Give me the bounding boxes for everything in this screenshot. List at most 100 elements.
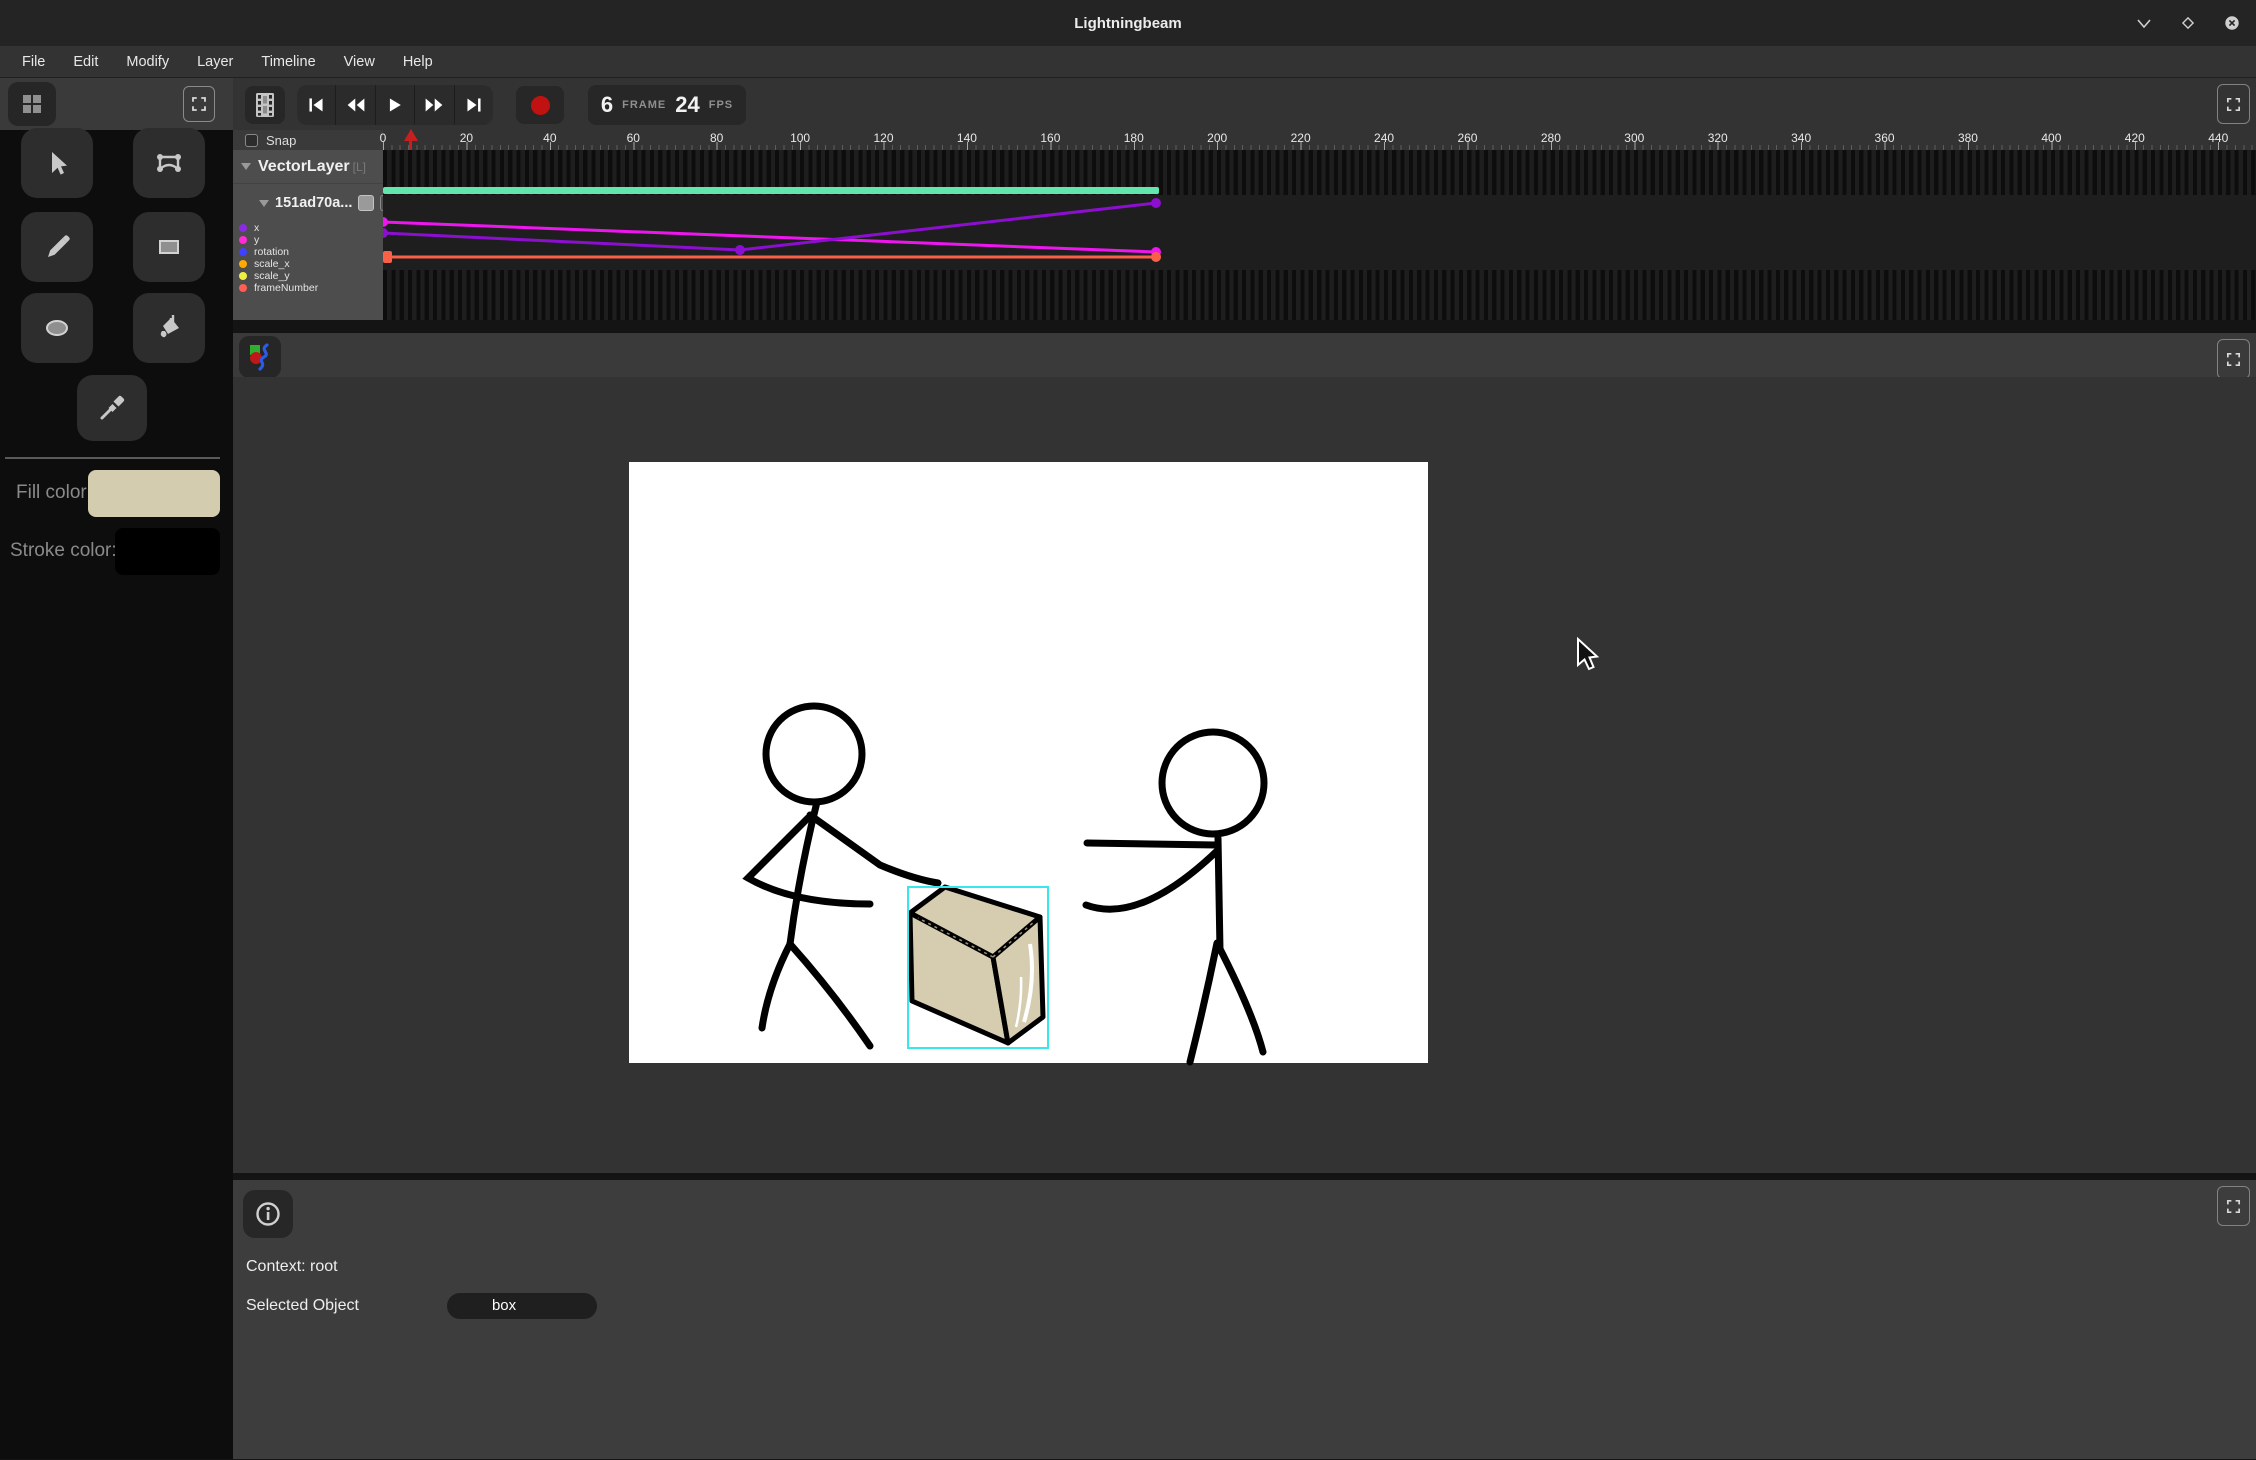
property-name: scale_y	[254, 270, 290, 282]
eyedropper-tool-button[interactable]	[77, 375, 147, 441]
menu-layer[interactable]: Layer	[187, 51, 243, 73]
play-icon	[387, 97, 403, 113]
timeline-expand-button[interactable]	[2217, 84, 2250, 124]
menu-modify[interactable]: Modify	[116, 51, 179, 73]
keyframe-marker[interactable]	[1151, 198, 1161, 208]
sublayer-name: 151ad70a...	[275, 195, 352, 211]
selected-object-label: Selected Object	[246, 1297, 359, 1315]
grid-icon	[21, 93, 43, 115]
fps-unit-label: FPS	[709, 99, 733, 111]
window-controls	[2134, 0, 2242, 46]
menu-edit[interactable]: Edit	[63, 51, 108, 73]
sidebar-divider	[5, 457, 220, 459]
animation-stage[interactable]	[233, 377, 2256, 1173]
frames-band[interactable]	[383, 150, 2256, 195]
timeline-tracks: 0204060801001201401601802002202402602803…	[383, 130, 2256, 330]
property-y[interactable]: y	[233, 234, 383, 246]
property-name: rotation	[254, 246, 289, 258]
fill-color-swatch[interactable]	[88, 470, 220, 517]
keyframe-marker[interactable]	[383, 217, 388, 227]
pencil-icon	[41, 231, 73, 263]
layer-span-bar[interactable]	[383, 187, 1159, 194]
fast-forward-button[interactable]	[415, 85, 454, 125]
ruler-label: 380	[1958, 131, 1978, 145]
keyframe-marker[interactable]	[1151, 252, 1161, 262]
ruler-label: 80	[710, 131, 723, 145]
property-scale_y[interactable]: scale_y	[233, 270, 383, 282]
transform-tool-button[interactable]	[133, 128, 205, 198]
expand-icon	[2225, 96, 2242, 113]
collapse-triangle-icon[interactable]	[259, 200, 269, 207]
expand-icon	[2225, 1198, 2242, 1215]
ellipse-icon	[41, 312, 73, 344]
ruler-label: 60	[627, 131, 640, 145]
skip-end-icon	[465, 97, 483, 113]
film-icon	[255, 92, 275, 118]
keyframe-curve-area[interactable]	[383, 195, 2256, 270]
sublayer-swatch-button[interactable]	[358, 195, 374, 211]
canvas-expand-button[interactable]	[2217, 339, 2250, 379]
ruler-label: 300	[1624, 131, 1644, 145]
pencil-tool-button[interactable]	[21, 212, 93, 282]
tools-expand-button[interactable]	[183, 86, 215, 122]
layer-row-vectorlayer[interactable]: VectorLayer [L]	[233, 150, 383, 184]
playback-controls	[297, 85, 493, 125]
property-x[interactable]: x	[233, 222, 383, 234]
collapse-triangle-icon[interactable]	[241, 163, 251, 170]
select-tool-button[interactable]	[21, 128, 93, 198]
snap-checkbox[interactable]	[245, 134, 258, 147]
menu-timeline[interactable]: Timeline	[251, 51, 325, 73]
rectangle-tool-button[interactable]	[133, 212, 205, 282]
record-icon	[531, 96, 550, 115]
property-scale_x[interactable]: scale_x	[233, 258, 383, 270]
canvas-area[interactable]	[233, 377, 2256, 1173]
expand-icon	[190, 95, 208, 113]
property-frameNumber[interactable]: frameNumber	[233, 282, 383, 294]
ruler-label: 240	[1374, 131, 1394, 145]
expand-icon	[2225, 351, 2242, 368]
film-button[interactable]	[245, 86, 285, 124]
panel-gap	[233, 320, 383, 330]
skip-start-icon	[307, 97, 325, 113]
rectangle-icon	[153, 231, 185, 263]
selected-object-input[interactable]: box	[447, 1293, 597, 1319]
menu-view[interactable]: View	[334, 51, 385, 73]
keyframe-color-dot	[239, 236, 247, 244]
titlebar: Lightningbeam	[0, 0, 2256, 46]
status-expand-button[interactable]	[2217, 1186, 2250, 1226]
info-button[interactable]	[243, 1190, 293, 1238]
menu-help[interactable]: Help	[393, 51, 443, 73]
sublayer-row[interactable]: 151ad70a... ~	[233, 190, 383, 216]
skip-to-start-button[interactable]	[297, 85, 336, 125]
paint-bucket-tool-button[interactable]	[133, 293, 205, 363]
frame-unit-label: FRAME	[622, 99, 666, 111]
record-button[interactable]	[516, 86, 564, 124]
playhead-stem	[409, 141, 412, 150]
timeline-ruler[interactable]: 0204060801001201401601802002202402602803…	[383, 130, 2256, 150]
keyframe-marker[interactable]	[383, 251, 392, 263]
tools-panel-header	[0, 78, 233, 130]
panel-grid-button[interactable]	[8, 82, 56, 126]
eyedropper-icon	[96, 392, 128, 424]
rewind-button[interactable]	[336, 85, 375, 125]
property-list: xyrotationscale_xscale_yframeNumber	[233, 222, 383, 294]
panel-gap	[383, 320, 2256, 330]
keyframe-marker[interactable]	[735, 245, 745, 255]
stroke-color-swatch[interactable]	[115, 528, 220, 575]
play-button[interactable]	[376, 85, 415, 125]
window-title: Lightningbeam	[1074, 15, 1182, 32]
minimize-icon[interactable]	[2134, 13, 2154, 33]
close-icon[interactable]	[2222, 13, 2242, 33]
shapes-button[interactable]	[239, 336, 281, 378]
ellipse-tool-button[interactable]	[21, 293, 93, 363]
menu-file[interactable]: File	[12, 51, 55, 73]
frames-band[interactable]	[383, 270, 2256, 320]
keyframe-curves	[383, 195, 2256, 270]
ruler-label: 340	[1791, 131, 1811, 145]
maximize-icon[interactable]	[2178, 13, 2198, 33]
playhead[interactable]	[404, 129, 418, 150]
paint-bucket-icon	[153, 312, 185, 344]
keyframe-marker[interactable]	[383, 228, 388, 238]
property-rotation[interactable]: rotation	[233, 246, 383, 258]
skip-to-end-button[interactable]	[455, 85, 493, 125]
